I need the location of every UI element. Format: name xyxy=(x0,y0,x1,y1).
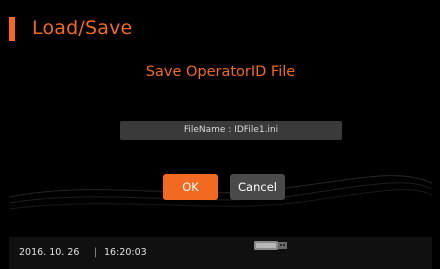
page-title: Load/Save xyxy=(32,17,133,39)
filename-field: FileName : IDFile1.ini xyxy=(120,121,342,140)
status-date: 2016. 10. 26 xyxy=(19,247,80,258)
screen: Load/Save Save OperatorID File FileName … xyxy=(0,0,440,269)
status-time: 16:20:03 xyxy=(104,247,147,258)
header-accent-bar xyxy=(9,17,15,41)
cancel-button[interactable]: Cancel xyxy=(230,174,285,200)
main-panel: Load/Save Save OperatorID File FileName … xyxy=(9,9,432,237)
ok-button[interactable]: OK xyxy=(163,174,218,200)
status-bar: 2016. 10. 26 | 16:20:03 xyxy=(9,237,432,269)
usb-storage-icon xyxy=(254,241,287,250)
status-separator: | xyxy=(94,247,98,258)
dialog-title: Save OperatorID File xyxy=(145,64,296,80)
decorative-wave xyxy=(9,175,432,210)
